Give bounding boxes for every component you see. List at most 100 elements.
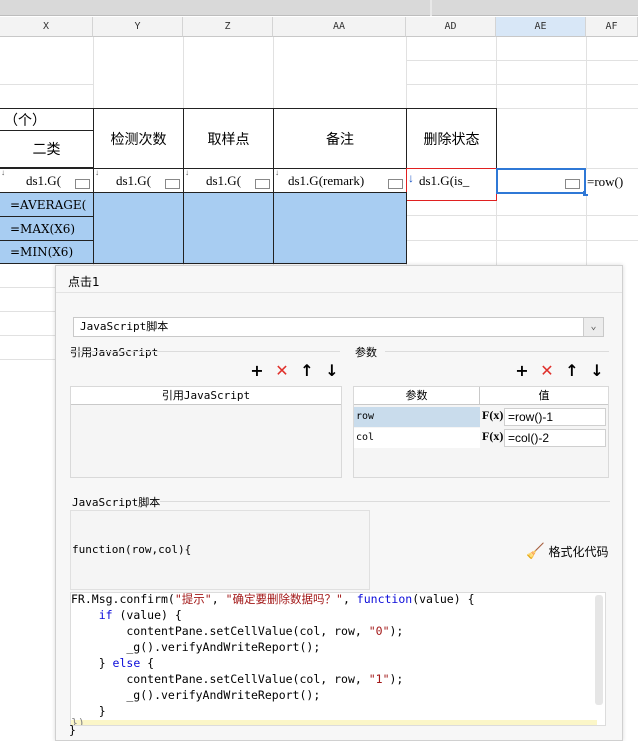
ds-cell-y-text: ds1.G(: [116, 172, 152, 188]
grid-line: [406, 240, 638, 241]
ref-js-list[interactable]: 引用JavaScript: [70, 386, 342, 478]
current-line-highlight: [71, 720, 597, 725]
format-code-button[interactable]: 🧹 格式化代码: [526, 542, 609, 560]
code-line: contentPane.setCellValue(col, row, "1");: [71, 672, 404, 686]
function-signature-box: function(row,col){: [70, 510, 370, 590]
add-icon[interactable]: +: [514, 363, 530, 379]
code-line: if (value) {: [98, 608, 182, 622]
dropdown-icon: [75, 179, 90, 189]
min-formula-cell[interactable]: =MIN(X6): [0, 240, 94, 264]
selected-block-y[interactable]: [93, 192, 184, 264]
column-header-af[interactable]: AF: [586, 17, 638, 37]
column-header-y[interactable]: Y: [93, 17, 183, 37]
grid-line: [0, 84, 93, 85]
ds-cell-aa-text: ds1.G(remark): [288, 172, 365, 188]
remark-header[interactable]: 备注: [273, 108, 407, 169]
column-header-z[interactable]: Z: [183, 17, 273, 37]
chevron-down-icon[interactable]: ⌄: [583, 318, 603, 336]
value-column-header: 值: [480, 387, 608, 405]
delete-icon[interactable]: ✕: [539, 363, 555, 379]
top-toolbar-strip: [0, 0, 638, 16]
delete-status-header[interactable]: 删除状态: [406, 108, 497, 169]
grid-line: [406, 60, 638, 61]
function-signature: function(row,col){: [72, 543, 192, 556]
move-up-icon[interactable]: ↑: [299, 363, 315, 379]
column-header-ae[interactable]: AE: [496, 17, 586, 37]
expand-down-icon: ↓: [408, 171, 414, 185]
divider: [160, 501, 610, 502]
closing-brace: }: [69, 723, 76, 737]
param-name-row[interactable]: col: [354, 428, 480, 448]
move-up-icon[interactable]: ↑: [564, 363, 580, 379]
toolbar-divider: [430, 0, 432, 16]
code-line: contentPane.setCellValue(col, row, "0");: [71, 624, 404, 638]
grid-line: [406, 84, 638, 85]
expand-down-icon: ↓: [185, 168, 189, 177]
dropdown-icon: [165, 179, 180, 189]
params-label: 参数: [355, 346, 377, 359]
js-script-label: JavaScript脚本: [72, 496, 161, 509]
delete-icon[interactable]: ✕: [274, 363, 290, 379]
format-code-label: 格式化代码: [548, 545, 609, 559]
ds-cell-ad[interactable]: ↓ ds1.G(is_: [406, 168, 497, 201]
expand-down-icon: ↓: [275, 168, 279, 177]
selected-cell-ae[interactable]: [496, 168, 588, 196]
max-formula-cell[interactable]: =MAX(X6): [0, 216, 94, 241]
param-value-input[interactable]: =col()-2: [504, 429, 606, 447]
code-line: _g().verifyAndWriteReport();: [71, 640, 321, 654]
selected-block-z[interactable]: [183, 192, 274, 264]
formula-icon[interactable]: F(x): [480, 428, 503, 448]
column-header-x[interactable]: X: [0, 17, 93, 37]
code-line: _g().verifyAndWriteReport();: [71, 688, 321, 702]
ref-js-label: 引用JavaScript: [70, 346, 159, 359]
move-down-icon[interactable]: ↓: [324, 363, 340, 379]
code-line: FR.Msg.confirm("提示", "确定要删除数据吗？", functi…: [71, 592, 475, 606]
avg-formula-cell[interactable]: =AVERAGE(: [0, 192, 94, 217]
code-line: } else {: [71, 656, 155, 670]
grid-line: [0, 335, 55, 336]
dialog-title: 点击1: [68, 275, 100, 289]
divider: [385, 351, 609, 352]
inspect-count-header[interactable]: 检测次数: [93, 108, 184, 169]
ds-cell-aa[interactable]: ↓ ds1.G(remark): [273, 168, 407, 193]
ds-cell-x-text: ds1.G(: [26, 172, 62, 188]
add-icon[interactable]: +: [249, 363, 265, 379]
grid-line: [0, 359, 55, 360]
dropdown-icon: [388, 179, 403, 189]
grid-line: [406, 215, 638, 216]
script-type-value: JavaScript脚本: [80, 320, 169, 333]
expand-down-icon: ↓: [1, 168, 5, 177]
grid-line: [0, 311, 55, 312]
ds-cell-ad-text: ds1.G(is_: [419, 173, 470, 188]
grid-line: [0, 287, 55, 288]
grid-line: [496, 108, 638, 109]
divider: [70, 351, 340, 352]
ref-js-column-header: 引用JavaScript: [71, 387, 341, 405]
params-table: 参数 值 row F(x) =row()-1 col F(x) =col()-2: [353, 386, 609, 478]
dropdown-icon: [255, 179, 270, 189]
unit-cell[interactable]: （个）: [0, 108, 93, 130]
code-scrollbar[interactable]: [595, 595, 603, 705]
selected-block-aa[interactable]: [273, 192, 407, 264]
ds-cell-z-text: ds1.G(: [206, 172, 242, 188]
param-name-row[interactable]: row: [354, 407, 480, 427]
ds-cell-af[interactable]: =row(): [586, 170, 638, 194]
brush-icon: 🧹: [526, 542, 545, 560]
category-cell[interactable]: 二类: [0, 130, 94, 168]
hyperlink-dialog: 点击1 JavaScript脚本 ⌄ 引用JavaScript + ✕ ↑ ↓ …: [55, 265, 623, 741]
script-type-select[interactable]: JavaScript脚本 ⌄: [73, 317, 604, 337]
param-column-header: 参数: [354, 387, 480, 405]
ds-cell-x[interactable]: ↓ ds1.G(: [0, 168, 94, 193]
dropdown-icon: [565, 179, 580, 189]
sample-point-header[interactable]: 取样点: [183, 108, 274, 169]
formula-icon[interactable]: F(x): [480, 407, 503, 427]
divider: [56, 292, 622, 293]
param-value-input[interactable]: =row()-1: [504, 408, 606, 426]
move-down-icon[interactable]: ↓: [589, 363, 605, 379]
code-editor[interactable]: FR.Msg.confirm("提示", "确定要删除数据吗？", functi…: [70, 592, 606, 726]
ds-cell-y[interactable]: ↓ ds1.G(: [93, 168, 184, 193]
expand-down-icon: ↓: [95, 168, 99, 177]
ds-cell-z[interactable]: ↓ ds1.G(: [183, 168, 274, 193]
column-header-ad[interactable]: AD: [406, 17, 496, 37]
column-header-aa[interactable]: AA: [273, 17, 406, 37]
